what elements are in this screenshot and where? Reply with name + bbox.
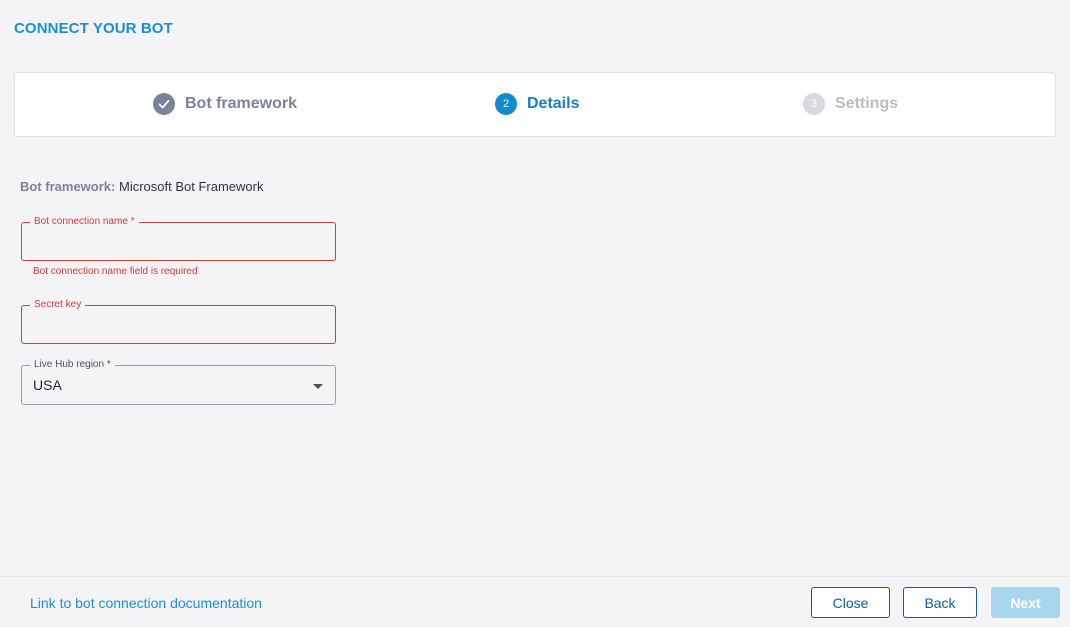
documentation-link[interactable]: Link to bot connection documentation xyxy=(30,595,262,611)
step-number: 3 xyxy=(803,93,825,115)
chevron-down-icon xyxy=(313,384,323,389)
bot-connection-name-error: Bot connection name field is required xyxy=(33,266,198,277)
connect-bot-page: CONNECT YOUR BOT Bot framework 2 Details… xyxy=(0,0,1070,627)
footer: Link to bot connection documentation Clo… xyxy=(0,576,1070,627)
live-hub-region-select[interactable]: Live Hub region * USA xyxy=(21,358,336,405)
check-icon xyxy=(153,93,175,115)
live-hub-region-label: Live Hub region * xyxy=(30,358,115,372)
step-bot-framework[interactable]: Bot framework xyxy=(153,93,297,115)
step-label: Settings xyxy=(835,95,899,112)
bot-connection-name-input[interactable] xyxy=(33,233,293,251)
step-label: Details xyxy=(527,95,580,112)
secret-key-label: Secret key xyxy=(30,298,86,312)
framework-info: Bot framework: Microsoft Bot Framework xyxy=(20,179,263,194)
framework-key: Bot framework: xyxy=(20,179,116,194)
step-number: 2 xyxy=(495,93,517,115)
step-details[interactable]: 2 Details xyxy=(495,93,579,115)
step-label: Bot framework xyxy=(185,95,298,112)
secret-key-field: Secret key xyxy=(21,298,336,344)
bot-connection-name-field: Bot connection name * xyxy=(21,215,336,261)
close-button[interactable]: Close xyxy=(811,587,890,618)
secret-key-input[interactable] xyxy=(33,316,293,334)
back-button[interactable]: Back xyxy=(903,587,977,618)
step-settings: 3 Settings xyxy=(803,93,898,115)
live-hub-region-value: USA xyxy=(33,377,62,393)
framework-value: Microsoft Bot Framework xyxy=(118,179,264,194)
next-button[interactable]: Next xyxy=(991,587,1060,618)
bot-connection-name-label: Bot connection name * xyxy=(30,215,139,229)
page-title: CONNECT YOUR BOT xyxy=(14,20,173,37)
stepper: Bot framework 2 Details 3 Settings xyxy=(14,72,1056,137)
